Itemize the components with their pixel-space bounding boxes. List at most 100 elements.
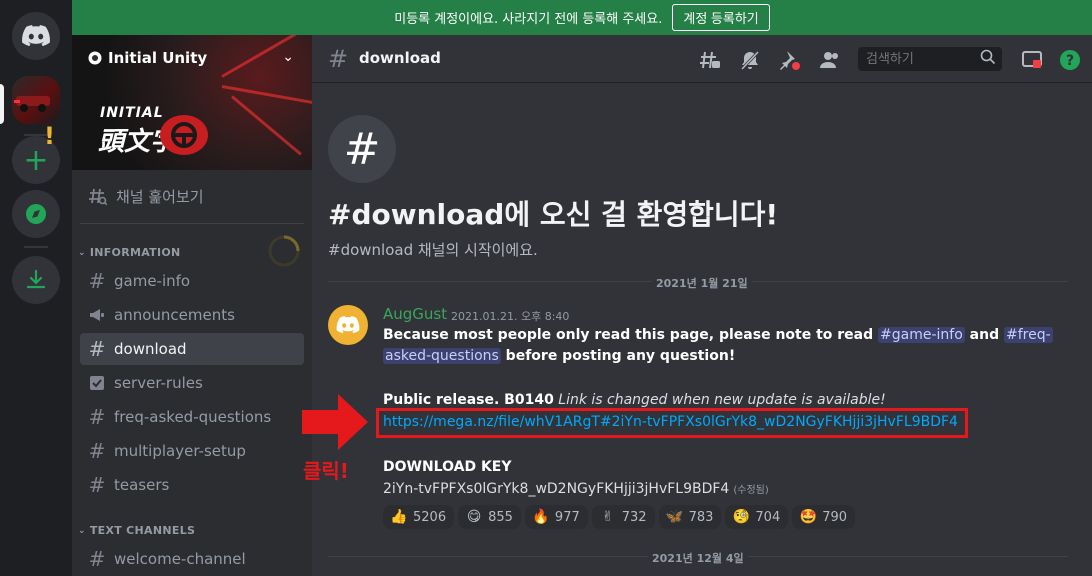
thumbs-up-icon: 👍 [390,509,408,525]
reaction-fire[interactable]: 🔥 977 [524,505,588,529]
claim-account-button[interactable]: 계정 등록하기 [672,4,770,31]
reactions-row: 👍 5206 😋 855 🔥 977 ✌ 732 🦋 783 🧐 704 🤩 7… [383,505,856,529]
threads-button[interactable] [698,48,722,72]
sidebar-channel-download[interactable]: # download [80,333,304,365]
help-button[interactable]: ? [1058,48,1082,72]
sidebar-channel-announcements[interactable]: announcements [80,299,304,331]
click-annotation-label: 클릭! [303,459,349,483]
compass-icon [26,204,46,224]
victory-hand-icon: ✌ [601,509,614,525]
category-information[interactable]: ⌄ INFORMATION [78,246,181,259]
chat-main: # download 검색하기 ? # #download에 오신 걸 환영합니… [312,35,1092,576]
date-divider-label: 2021년 1월 21일 [652,275,752,291]
guild-header[interactable]: Initial Unity ⌄ INITIAL 頭文字 [72,35,312,170]
channel-sidebar: Initial Unity ⌄ INITIAL 頭文字 채널 훑어보기 ⌄ IN… [72,35,312,576]
reaction-thumbs-up[interactable]: 👍 5206 [383,505,455,529]
light-beam [221,85,312,108]
hash-icon: # [328,45,349,73]
message-line-2: asked-questions before posting any quest… [383,348,736,364]
welcome-subtitle: #download 채널의 시작이에요. [328,241,538,259]
server-car-icon [14,96,50,112]
channel-mention-freq[interactable]: #freq- [1003,327,1053,343]
help-icon: ? [1060,50,1080,70]
sidebar-channel-server-rules[interactable]: server-rules [80,367,304,399]
guild-logo-text: INITIAL [100,105,164,121]
inbox-button[interactable] [1020,48,1044,72]
discord-logo-icon [22,25,50,47]
discord-logo-icon [336,316,360,334]
chevron-down-icon: ⌄ [78,247,86,258]
partner-badge-icon [88,51,102,65]
pinned-messages-button[interactable] [778,48,802,72]
message-author[interactable]: AugGust [383,305,447,323]
members-icon [820,52,838,68]
channel-mention-game-info[interactable]: #game-info [878,327,965,343]
light-beam [221,35,312,78]
hash-icon: # [88,439,106,463]
fire-icon: 🔥 [532,509,550,525]
sidebar-channel-game-info[interactable]: # game-info [80,265,304,297]
server-rail: + ! [0,0,72,576]
date-divider-label: 2021년 12월 4일 [648,550,748,566]
server-initial-unity[interactable] [12,76,60,124]
star-struck-icon: 🤩 [799,509,817,525]
rules-checkbox-icon [90,376,104,390]
notifications-button[interactable] [738,48,762,72]
yum-face-icon: 😋 [466,509,482,525]
browse-channels-icon [89,188,108,206]
inbox-icon [1022,51,1042,68]
hash-icon: # [88,473,106,497]
channel-title: download [359,49,441,67]
channel-mention-freq-continued[interactable]: asked-questions [383,348,501,364]
chevron-down-icon: ⌄ [78,525,86,536]
unclaimed-account-banner: 미등록 계정이에요. 사라지기 전에 등록해 주세요. 계정 등록하기 [72,0,1092,35]
reaction-yum[interactable]: 😋 855 [458,505,521,529]
message-timestamp: 2021.01.21. 오후 8:40 [451,310,570,323]
sidebar-divider [80,223,304,224]
custom-emoji-icon: 🦋 [665,509,684,525]
search-icon [980,49,996,65]
sidebar-channel-teasers[interactable]: # teasers [80,469,304,501]
svg-text:?: ? [1066,53,1074,69]
exclamation-icon: ! [44,122,55,150]
steering-wheel-icon [160,115,208,155]
hash-icon: # [88,337,106,361]
sidebar-channel-freq-asked-questions[interactable]: # freq-asked-questions [80,401,304,433]
explore-servers-button[interactable] [12,190,60,238]
download-link[interactable]: https://mega.nz/file/whV1ARgT#2iYn-tvFPF… [383,414,958,430]
edited-label: (수정됨) [733,485,769,496]
download-key-value: 2iYn-tvFPFXs0lGrYk8_wD2NGyFKHjji3jHvFL9B… [383,481,769,497]
red-arrow-icon [302,394,368,450]
chevron-down-icon[interactable]: ⌄ [282,49,294,65]
light-beam [231,95,302,156]
rail-separator-2 [24,246,48,248]
reaction-star-struck[interactable]: 🤩 790 [792,505,856,529]
channel-header: # download 검색하기 ? [312,35,1092,83]
megaphone-icon [90,309,104,321]
discord-home-button[interactable] [12,12,60,60]
sidebar-channel-welcome-channel[interactable]: # welcome-channel [80,543,304,575]
threads-icon [700,51,720,69]
reaction-monocle[interactable]: 🧐 704 [725,505,789,529]
hash-icon: # [88,405,106,429]
channel-welcome-hash-icon: # [328,115,396,183]
banner-message: 미등록 계정이에요. 사라지기 전에 등록해 주세요. [394,12,663,27]
welcome-title: #download에 오신 걸 환영합니다! [328,198,779,231]
download-key-label: DOWNLOAD KEY [383,459,512,475]
hash-icon: # [88,547,106,571]
member-list-button[interactable] [818,48,842,72]
active-server-pill [0,84,4,124]
browse-channels-button[interactable]: 채널 훑어보기 [80,180,304,212]
pin-icon [780,51,800,70]
reaction-victory-hand[interactable]: ✌ 732 [591,505,655,529]
download-icon [26,269,46,289]
sidebar-channel-multiplayer-setup[interactable]: # multiplayer-setup [80,435,304,467]
category-text-channels[interactable]: ⌄ TEXT CHANNELS [78,524,195,537]
reaction-custom[interactable]: 🦋 783 [658,505,722,529]
avatar[interactable] [328,305,368,345]
message-line-1: Because most people only read this page,… [383,327,1053,343]
download-apps-button[interactable] [12,256,60,304]
monocle-face-icon: 🧐 [732,509,751,525]
hash-icon: # [88,269,106,293]
guild-name[interactable]: Initial Unity [88,49,207,67]
